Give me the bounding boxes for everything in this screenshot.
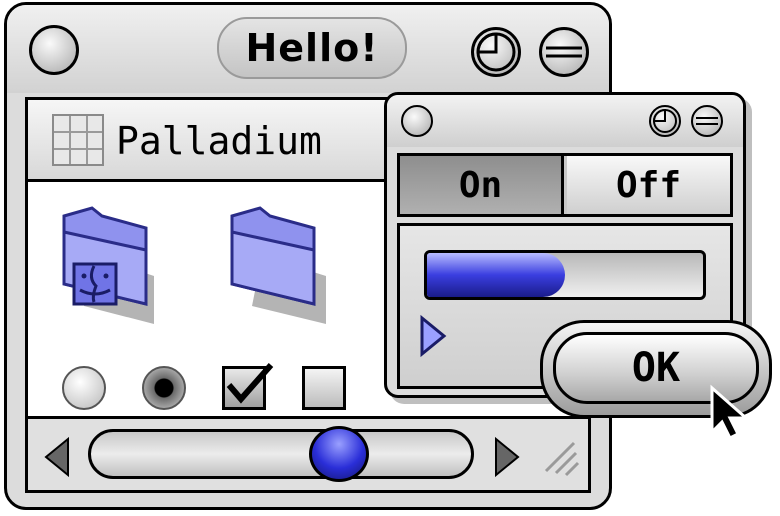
radio-button-selected[interactable] [142, 366, 186, 410]
radio-button-unselected[interactable] [62, 366, 106, 410]
zoom-box-icon[interactable] [649, 105, 681, 137]
mouse-pointer-icon [706, 384, 756, 444]
zoom-box-icon[interactable] [471, 27, 521, 77]
scroll-track[interactable] [88, 426, 474, 482]
grid-view-icon[interactable] [52, 114, 104, 166]
checkbox-unchecked[interactable] [302, 366, 346, 410]
main-window-titlebar[interactable]: Hello! [7, 5, 609, 93]
close-box-icon[interactable] [401, 105, 433, 137]
system-folder-icon[interactable] [54, 206, 154, 324]
collapse-box-icon[interactable] [691, 105, 723, 137]
scroll-right-arrow-icon[interactable] [492, 436, 522, 481]
progress-fill [427, 253, 565, 297]
disclosure-triangle-icon[interactable] [418, 314, 448, 362]
on-off-segmented-control: On Off [397, 153, 733, 217]
scroll-thumb[interactable] [309, 426, 369, 482]
segment-on[interactable]: On [400, 156, 564, 214]
window-title: Hello! [217, 17, 407, 79]
folder-icon[interactable] [222, 206, 326, 324]
scroll-left-arrow-icon[interactable] [42, 436, 72, 481]
path-label: Palladium [116, 119, 322, 163]
checkbox-checked[interactable] [222, 363, 274, 410]
resize-grip-icon[interactable] [540, 437, 580, 481]
controls-window-titlebar[interactable] [387, 95, 743, 147]
segment-off[interactable]: Off [567, 156, 730, 214]
horizontal-scrollbar[interactable] [28, 416, 588, 490]
close-box-icon[interactable] [29, 25, 79, 75]
collapse-box-icon[interactable] [539, 27, 589, 77]
progress-bar [424, 250, 706, 300]
